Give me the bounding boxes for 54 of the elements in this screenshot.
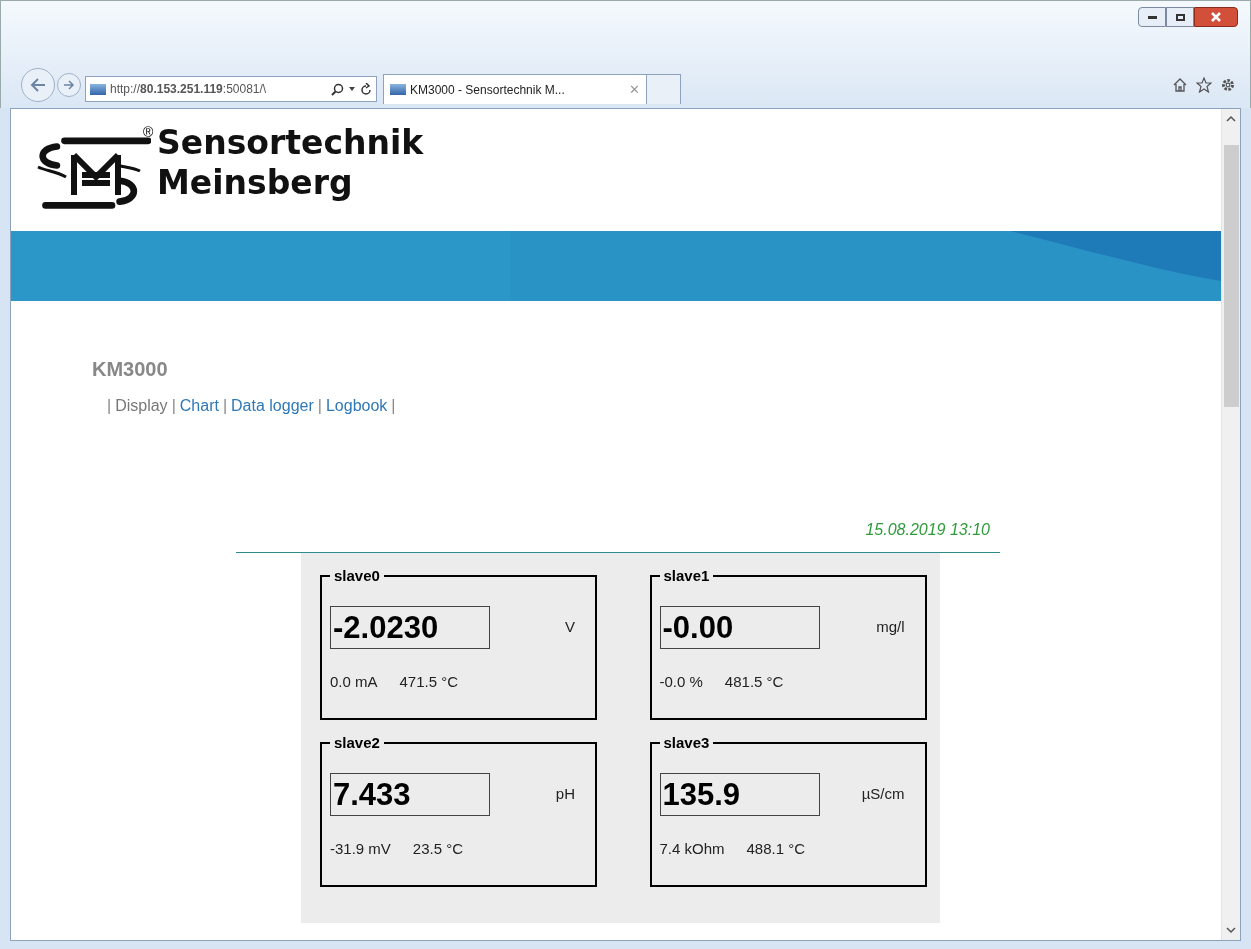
maximize-button[interactable] — [1166, 7, 1194, 27]
dropdown-caret-icon[interactable] — [348, 86, 356, 92]
page-icon — [90, 83, 106, 95]
value-display: -0.00 — [659, 606, 820, 649]
registered-mark: ® — [143, 125, 154, 139]
close-tab-icon[interactable]: ✕ — [629, 79, 640, 100]
home-icon[interactable] — [1172, 77, 1188, 93]
reading-text: 488.1 °C — [746, 839, 806, 859]
unit-label: µS/cm — [861, 784, 905, 805]
minimize-button[interactable] — [1138, 7, 1166, 27]
settings-icon[interactable] — [1220, 77, 1236, 93]
nav-separator: | — [107, 396, 112, 416]
scrollbar[interactable] — [1221, 109, 1240, 940]
address-bar[interactable]: http://80.153.251.119:50081/\ — [85, 76, 377, 102]
reading-text: 481.5 °C — [724, 672, 784, 692]
page-icon — [390, 84, 406, 95]
value-display: 135.9 — [659, 773, 820, 816]
reading-text: -31.9 mV — [330, 839, 391, 859]
unit-label: V — [565, 617, 575, 638]
nav-separator: | — [317, 396, 322, 416]
nav-link[interactable]: Data logger — [231, 394, 314, 418]
device-title: KM3000 — [92, 357, 169, 382]
search-icon[interactable] — [331, 82, 344, 96]
nav-link[interactable]: Display — [115, 394, 168, 418]
nav-link[interactable]: Chart — [179, 394, 219, 418]
unit-label: mg/l — [876, 617, 905, 638]
back-arrow-icon — [29, 77, 47, 93]
close-icon — [1211, 12, 1221, 22]
tab-label: KM3000 - Sensortechnik M... — [410, 81, 565, 99]
scroll-up-icon[interactable] — [1226, 115, 1236, 123]
reading-text: 7.4 kOhm — [659, 839, 725, 859]
nav-link[interactable]: Logbook — [325, 394, 388, 418]
reading-text: -0.0 % — [659, 672, 703, 692]
reading-text: 23.5 °C — [412, 839, 464, 859]
timestamp: 15.08.2019 13:10 — [865, 520, 990, 540]
close-button[interactable] — [1194, 7, 1238, 27]
back-button[interactable] — [21, 68, 55, 102]
value-display: 7.433 — [330, 773, 490, 816]
nav-separator: | — [391, 396, 396, 416]
nav-separator: | — [222, 396, 228, 416]
scrollbar-thumb[interactable] — [1223, 145, 1239, 407]
value-display: -2.0230 — [330, 606, 490, 649]
browser-tab[interactable]: KM3000 - Sensortechnik M... ✕ — [383, 74, 647, 104]
reading-text: 0.0 mA — [330, 672, 378, 692]
company-name: Sensortechnik Meinsberg — [157, 123, 424, 203]
refresh-icon[interactable] — [360, 82, 372, 96]
nav-separator: | — [171, 396, 176, 416]
address-text: http://80.153.251.119:50081/\ — [110, 81, 267, 98]
scroll-down-icon[interactable] — [1226, 926, 1236, 934]
reading-text: 471.5 °C — [399, 672, 459, 692]
forward-arrow-icon — [63, 80, 75, 90]
star-icon[interactable] — [1196, 77, 1212, 93]
unit-label: pH — [555, 784, 575, 805]
logo-icon — [36, 136, 151, 212]
